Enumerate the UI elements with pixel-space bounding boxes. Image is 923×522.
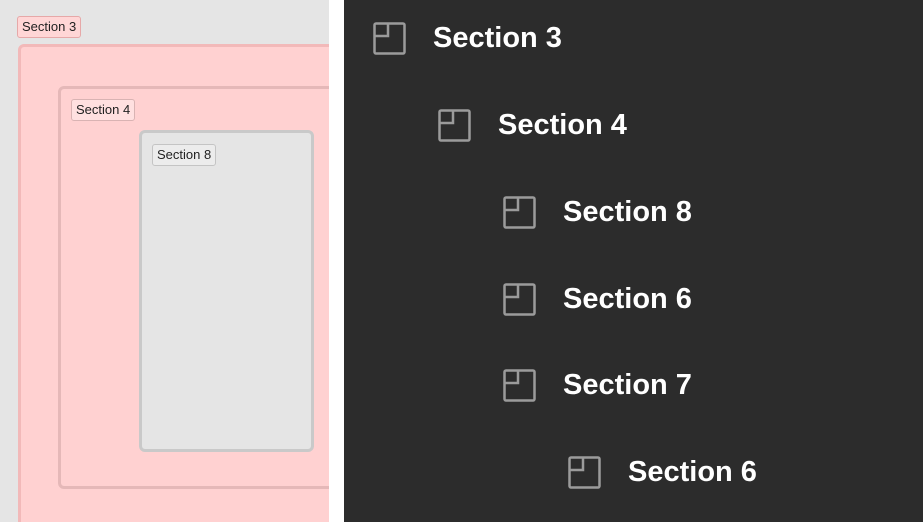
layer-label: Section 3 <box>433 21 562 54</box>
layer-item-section-8[interactable]: Section 8 <box>503 182 692 242</box>
layer-label: Section 6 <box>563 282 692 315</box>
layer-item-section-3[interactable]: Section 3 <box>373 8 562 68</box>
section-3-tag[interactable]: Section 3 <box>17 16 82 38</box>
section-8-tag[interactable]: Section 8 <box>152 144 217 166</box>
section-icon <box>503 195 536 229</box>
section-icon <box>438 108 471 142</box>
layer-item-section-6-nested[interactable]: Section 6 <box>568 442 757 502</box>
layer-label: Section 4 <box>498 108 627 141</box>
layer-item-section-4[interactable]: Section 4 <box>438 95 627 155</box>
layer-label: Section 8 <box>563 195 692 228</box>
section-icon <box>503 282 536 316</box>
panel-divider <box>329 0 344 522</box>
section-8-frame[interactable] <box>139 130 314 452</box>
layer-item-section-7[interactable]: Section 7 <box>503 355 692 415</box>
design-canvas[interactable]: Section 3 Section 4 Section 8 <box>0 0 329 522</box>
layer-item-section-6[interactable]: Section 6 <box>503 269 692 329</box>
section-icon <box>373 21 406 55</box>
section-4-tag[interactable]: Section 4 <box>71 99 136 121</box>
layers-panel: Section 3 Section 4 Section 8 Section 6 … <box>344 0 923 522</box>
layer-label: Section 6 <box>628 455 757 488</box>
section-icon <box>503 368 536 402</box>
layer-label: Section 7 <box>563 368 692 401</box>
section-icon <box>568 455 601 489</box>
